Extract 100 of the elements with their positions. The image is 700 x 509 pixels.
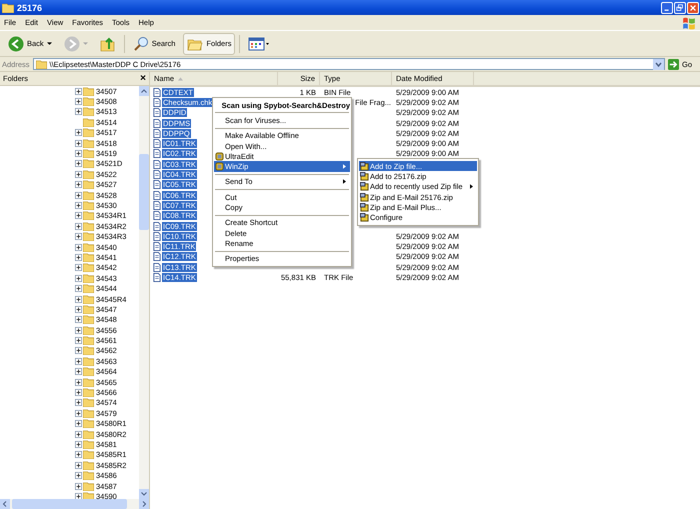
expand-icon[interactable]: [75, 108, 82, 116]
folder-icon: [83, 398, 94, 408]
minimize-button[interactable]: [661, 2, 673, 14]
expand-icon[interactable]: [75, 482, 82, 490]
vertical-scrollbar[interactable]: [139, 86, 149, 499]
expand-icon[interactable]: [75, 129, 82, 136]
folder-icon: [83, 118, 94, 127]
expand-icon[interactable]: [75, 212, 82, 220]
folder-icon: [83, 128, 94, 138]
expand-icon[interactable]: [75, 306, 82, 313]
folder-icon: [83, 242, 94, 252]
folder-icon: [83, 450, 94, 460]
expand-icon[interactable]: [75, 140, 82, 147]
folder-icon: [2, 2, 14, 12]
expand-icon[interactable]: [75, 430, 82, 438]
flag-logo-icon: [682, 16, 696, 30]
expand-icon[interactable]: [75, 410, 82, 417]
scroll-right-icon[interactable]: [139, 499, 149, 509]
folder-icon: [83, 190, 94, 200]
folder-icon: [83, 232, 94, 242]
scroll-thumb[interactable]: [139, 154, 149, 230]
expand-icon[interactable]: [75, 347, 82, 354]
expand-icon[interactable]: [75, 274, 82, 282]
expand-icon[interactable]: [75, 233, 82, 240]
restore-icon: [676, 4, 684, 12]
scroll-up-icon[interactable]: [139, 86, 149, 96]
folder-icon: [83, 252, 94, 262]
folder-icon: [83, 430, 94, 439]
search-icon: [132, 36, 149, 52]
folder-icon: [83, 326, 94, 335]
expand-icon[interactable]: [75, 264, 82, 272]
expand-icon[interactable]: [75, 399, 82, 406]
folder-icon: [83, 460, 94, 470]
folder-icon: [83, 440, 94, 449]
folder-icon: [83, 159, 94, 168]
expand-icon[interactable]: [75, 389, 82, 396]
expand-icon[interactable]: [75, 358, 82, 365]
submenu-arrow-icon: [343, 179, 346, 184]
expand-icon[interactable]: [75, 192, 82, 199]
folder-icon: [83, 263, 94, 272]
zip-icon: [360, 162, 369, 171]
folder-icon: [83, 222, 94, 231]
folder-up-icon: [100, 36, 116, 52]
folder-icon: [83, 346, 94, 356]
scroll-thumb[interactable]: [12, 499, 127, 509]
folder-icon: [83, 274, 94, 283]
expand-icon[interactable]: [75, 326, 82, 334]
expand-icon[interactable]: [75, 378, 82, 386]
folder-icon: [83, 200, 94, 210]
folder-icon: [83, 367, 94, 376]
expand-icon[interactable]: [75, 254, 82, 261]
expand-icon[interactable]: [75, 440, 82, 448]
expand-icon[interactable]: [75, 368, 82, 376]
expand-icon[interactable]: [75, 316, 82, 324]
expand-icon[interactable]: [75, 181, 82, 188]
expand-icon[interactable]: [75, 244, 82, 251]
expand-icon[interactable]: [75, 462, 82, 469]
expand-icon[interactable]: [75, 88, 82, 95]
folder-icon: [83, 170, 94, 179]
zip-icon: [360, 213, 369, 222]
scroll-left-icon[interactable]: [0, 499, 10, 509]
folder-icon: [83, 284, 94, 294]
folder-icon: [83, 294, 94, 304]
window-title: 25176: [17, 2, 42, 12]
folder-icon: [83, 107, 94, 116]
horizontal-scrollbar[interactable]: [0, 499, 149, 509]
zip-icon: [360, 202, 369, 212]
folder-icon: [83, 471, 94, 480]
folder-icon: [83, 97, 94, 106]
expand-icon[interactable]: [75, 222, 82, 230]
folder-icon: [83, 378, 94, 387]
folder-icon: [83, 138, 94, 148]
go-arrow-icon: [668, 58, 679, 70]
expand-icon[interactable]: [75, 472, 82, 480]
scroll-down-icon[interactable]: [139, 489, 149, 499]
expand-icon[interactable]: [75, 337, 82, 344]
expand-icon[interactable]: [75, 451, 82, 458]
expand-icon[interactable]: [75, 420, 82, 428]
close-button[interactable]: [687, 2, 699, 14]
zip-icon: [360, 172, 369, 181]
expand-icon[interactable]: [75, 160, 82, 168]
folder-icon: [83, 482, 94, 491]
folder-icon: [83, 419, 94, 428]
folder-icon: [36, 60, 47, 68]
submenu-arrow-icon: [470, 184, 473, 190]
expand-icon[interactable]: [75, 285, 82, 292]
expand-icon[interactable]: [75, 170, 82, 178]
expand-icon[interactable]: [75, 296, 82, 302]
expand-icon[interactable]: [75, 150, 82, 158]
close-pane-button[interactable]: ×: [140, 73, 146, 84]
expand-icon[interactable]: [75, 98, 82, 106]
dropdown-caret-icon: [82, 42, 88, 46]
folder-icon: [83, 180, 94, 190]
zip-icon: [360, 192, 369, 202]
expand-icon[interactable]: [75, 202, 82, 209]
dropdown-caret-icon: [46, 42, 52, 46]
restore-button[interactable]: [674, 2, 686, 14]
folder-icon: [83, 315, 94, 324]
folder-icon: [83, 304, 94, 314]
folder-icon: [83, 356, 94, 366]
